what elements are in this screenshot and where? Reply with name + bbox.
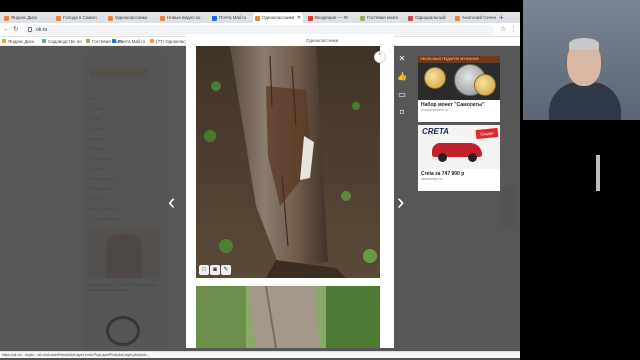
ad-banner-text: ОБОЛЬНЫЙ ПОДАРОК МУЖЧИНЕ	[418, 56, 500, 63]
coin-icon	[424, 67, 446, 89]
bookmark-item[interactable]: Почта Mail.ru	[112, 37, 145, 46]
bookmark-favicon-icon	[2, 39, 6, 43]
bookmark-favicon-icon	[112, 39, 116, 43]
ad-title[interactable]: Набор монет "Самолеты"	[418, 100, 500, 108]
comment-icon[interactable]: ▭	[394, 88, 410, 102]
frame-icon[interactable]: □	[199, 265, 209, 275]
bookmark-item[interactable]: Яндекс.Диск	[2, 37, 34, 46]
tab-bar: Яндекс.Диск Голода в Самол Одноклассники…	[0, 12, 520, 23]
ad-card-creta[interactable]: CRETA Скидки Creta за 747 900 р avtocent…	[418, 125, 500, 191]
lock-icon	[28, 27, 32, 32]
tab-favicon-icon	[4, 16, 9, 21]
bookmark-favicon-icon	[42, 39, 46, 43]
tab-favicon-icon	[160, 16, 165, 21]
photo-main[interactable]	[196, 46, 380, 278]
next-photo-button[interactable]: ›	[397, 190, 404, 214]
viewer-title: Одноклассники	[306, 38, 339, 43]
tab-new-videos[interactable]: Новые видео ко	[158, 13, 208, 23]
tab-mail-ru[interactable]: Почта Mail.ru	[210, 13, 252, 23]
camera-icon[interactable]: ◙	[210, 265, 220, 275]
menu-icon[interactable]: ⋮	[510, 25, 517, 35]
tab-label: Почта Mail.ru	[219, 15, 247, 20]
tab-odnoklassniki[interactable]: Одноклассники	[106, 13, 156, 23]
tab-favicon-icon	[308, 16, 313, 21]
screen: Яндекс.Диск Голода в Самол Одноклассники…	[0, 0, 640, 360]
tab-favicon-icon	[108, 16, 113, 21]
tab-label: Гостевая книга	[367, 15, 398, 20]
back-icon[interactable]: ←	[3, 25, 10, 35]
tab-label: Входящие — Яг	[315, 15, 349, 20]
tab-favicon-icon	[255, 16, 260, 21]
status-bar-url: https://ok.ru/.../topic/.../st.cmd=userF…	[0, 351, 520, 358]
coin-icon	[474, 74, 496, 96]
tab-anatoly[interactable]: Анатолий Сечен	[453, 13, 497, 23]
webcam-person-hair	[569, 38, 599, 50]
reload-icon[interactable]: ↻	[13, 25, 19, 35]
url-text: ok.ru	[36, 27, 48, 33]
tab-inbox[interactable]: Входящие — Яг	[306, 13, 356, 23]
bookmark-label: Яндекс.Диск	[8, 39, 35, 44]
tab-label: Голода в Самол	[63, 15, 97, 20]
tab-label: Анатолий Сечен	[462, 15, 497, 20]
tree-trunk-photo-2	[196, 286, 380, 348]
scroll-up-button[interactable]: ⌃	[374, 51, 386, 63]
bookmark-icon[interactable]: ⌑	[394, 106, 410, 120]
ad-domain: monetnyedvor.ru	[421, 108, 448, 112]
tab-official[interactable]: Официальный	[406, 13, 452, 23]
bookmark-item[interactable]: (77) Одноклассн	[150, 37, 190, 46]
ad-car-image: CRETA Скидки	[418, 125, 500, 169]
tab-close-icon[interactable]: ✕	[297, 13, 301, 23]
ad-brand: CRETA	[422, 127, 449, 136]
tab-favicon-icon	[360, 16, 365, 21]
tab-samol[interactable]: Голода в Самол	[54, 13, 104, 23]
tree-trunk-photo	[196, 46, 380, 278]
tab-label: Яндекс.Диск	[11, 15, 38, 20]
close-icon[interactable]: ✕	[394, 52, 410, 66]
tab-label: Одноклассники	[115, 15, 148, 20]
bookmark-label: Садоводство по	[48, 39, 82, 44]
edit-icon[interactable]: ✎	[221, 265, 231, 275]
wheel-icon	[438, 153, 447, 162]
star-icon[interactable]: ☆	[500, 25, 506, 35]
bookmark-favicon-icon	[86, 39, 90, 43]
like-icon[interactable]: 👍	[394, 70, 410, 84]
prev-photo-button[interactable]: ‹	[168, 190, 175, 214]
ad-domain: avtocenter.ru	[421, 177, 442, 181]
tab-favicon-icon	[212, 16, 217, 21]
scrollbar[interactable]	[596, 155, 600, 191]
tab-favicon-icon	[455, 16, 460, 21]
new-tab-button[interactable]: +	[499, 13, 504, 22]
tab-guestbook[interactable]: Гостевая книга	[358, 13, 404, 23]
photo-second[interactable]	[196, 286, 380, 348]
photo-toolbar: □ ◙ ✎	[199, 265, 231, 275]
bookmark-favicon-icon	[150, 39, 154, 43]
bookmark-item[interactable]: Садоводство по	[42, 37, 82, 46]
webcam-feed	[523, 0, 640, 120]
tab-label: Одноклассники	[262, 15, 295, 20]
tab-label: Новые видео ко	[167, 15, 201, 20]
ad-coins-image: ОБОЛЬНЫЙ ПОДАРОК МУЖЧИНЕ	[418, 56, 500, 100]
ad-title[interactable]: Creta за 747 900 р	[418, 169, 500, 177]
bookmark-label: Почта Mail.ru	[118, 39, 146, 44]
tab-yandex-disk[interactable]: Яндекс.Диск	[2, 13, 52, 23]
ad-badge: Скидки	[475, 127, 499, 140]
viewer-actions: ✕ 👍 ▭ ⌑	[394, 52, 410, 124]
tab-label: Официальный	[415, 15, 446, 20]
ad-card-coins[interactable]: ОБОЛЬНЫЙ ПОДАРОК МУЖЧИНЕ Набор монет "Са…	[418, 56, 500, 122]
tab-odnoklassniki-active[interactable]: Одноклассники ✕	[253, 13, 303, 23]
wheel-icon	[468, 153, 477, 162]
tab-favicon-icon	[56, 16, 61, 21]
tab-favicon-icon	[408, 16, 413, 21]
